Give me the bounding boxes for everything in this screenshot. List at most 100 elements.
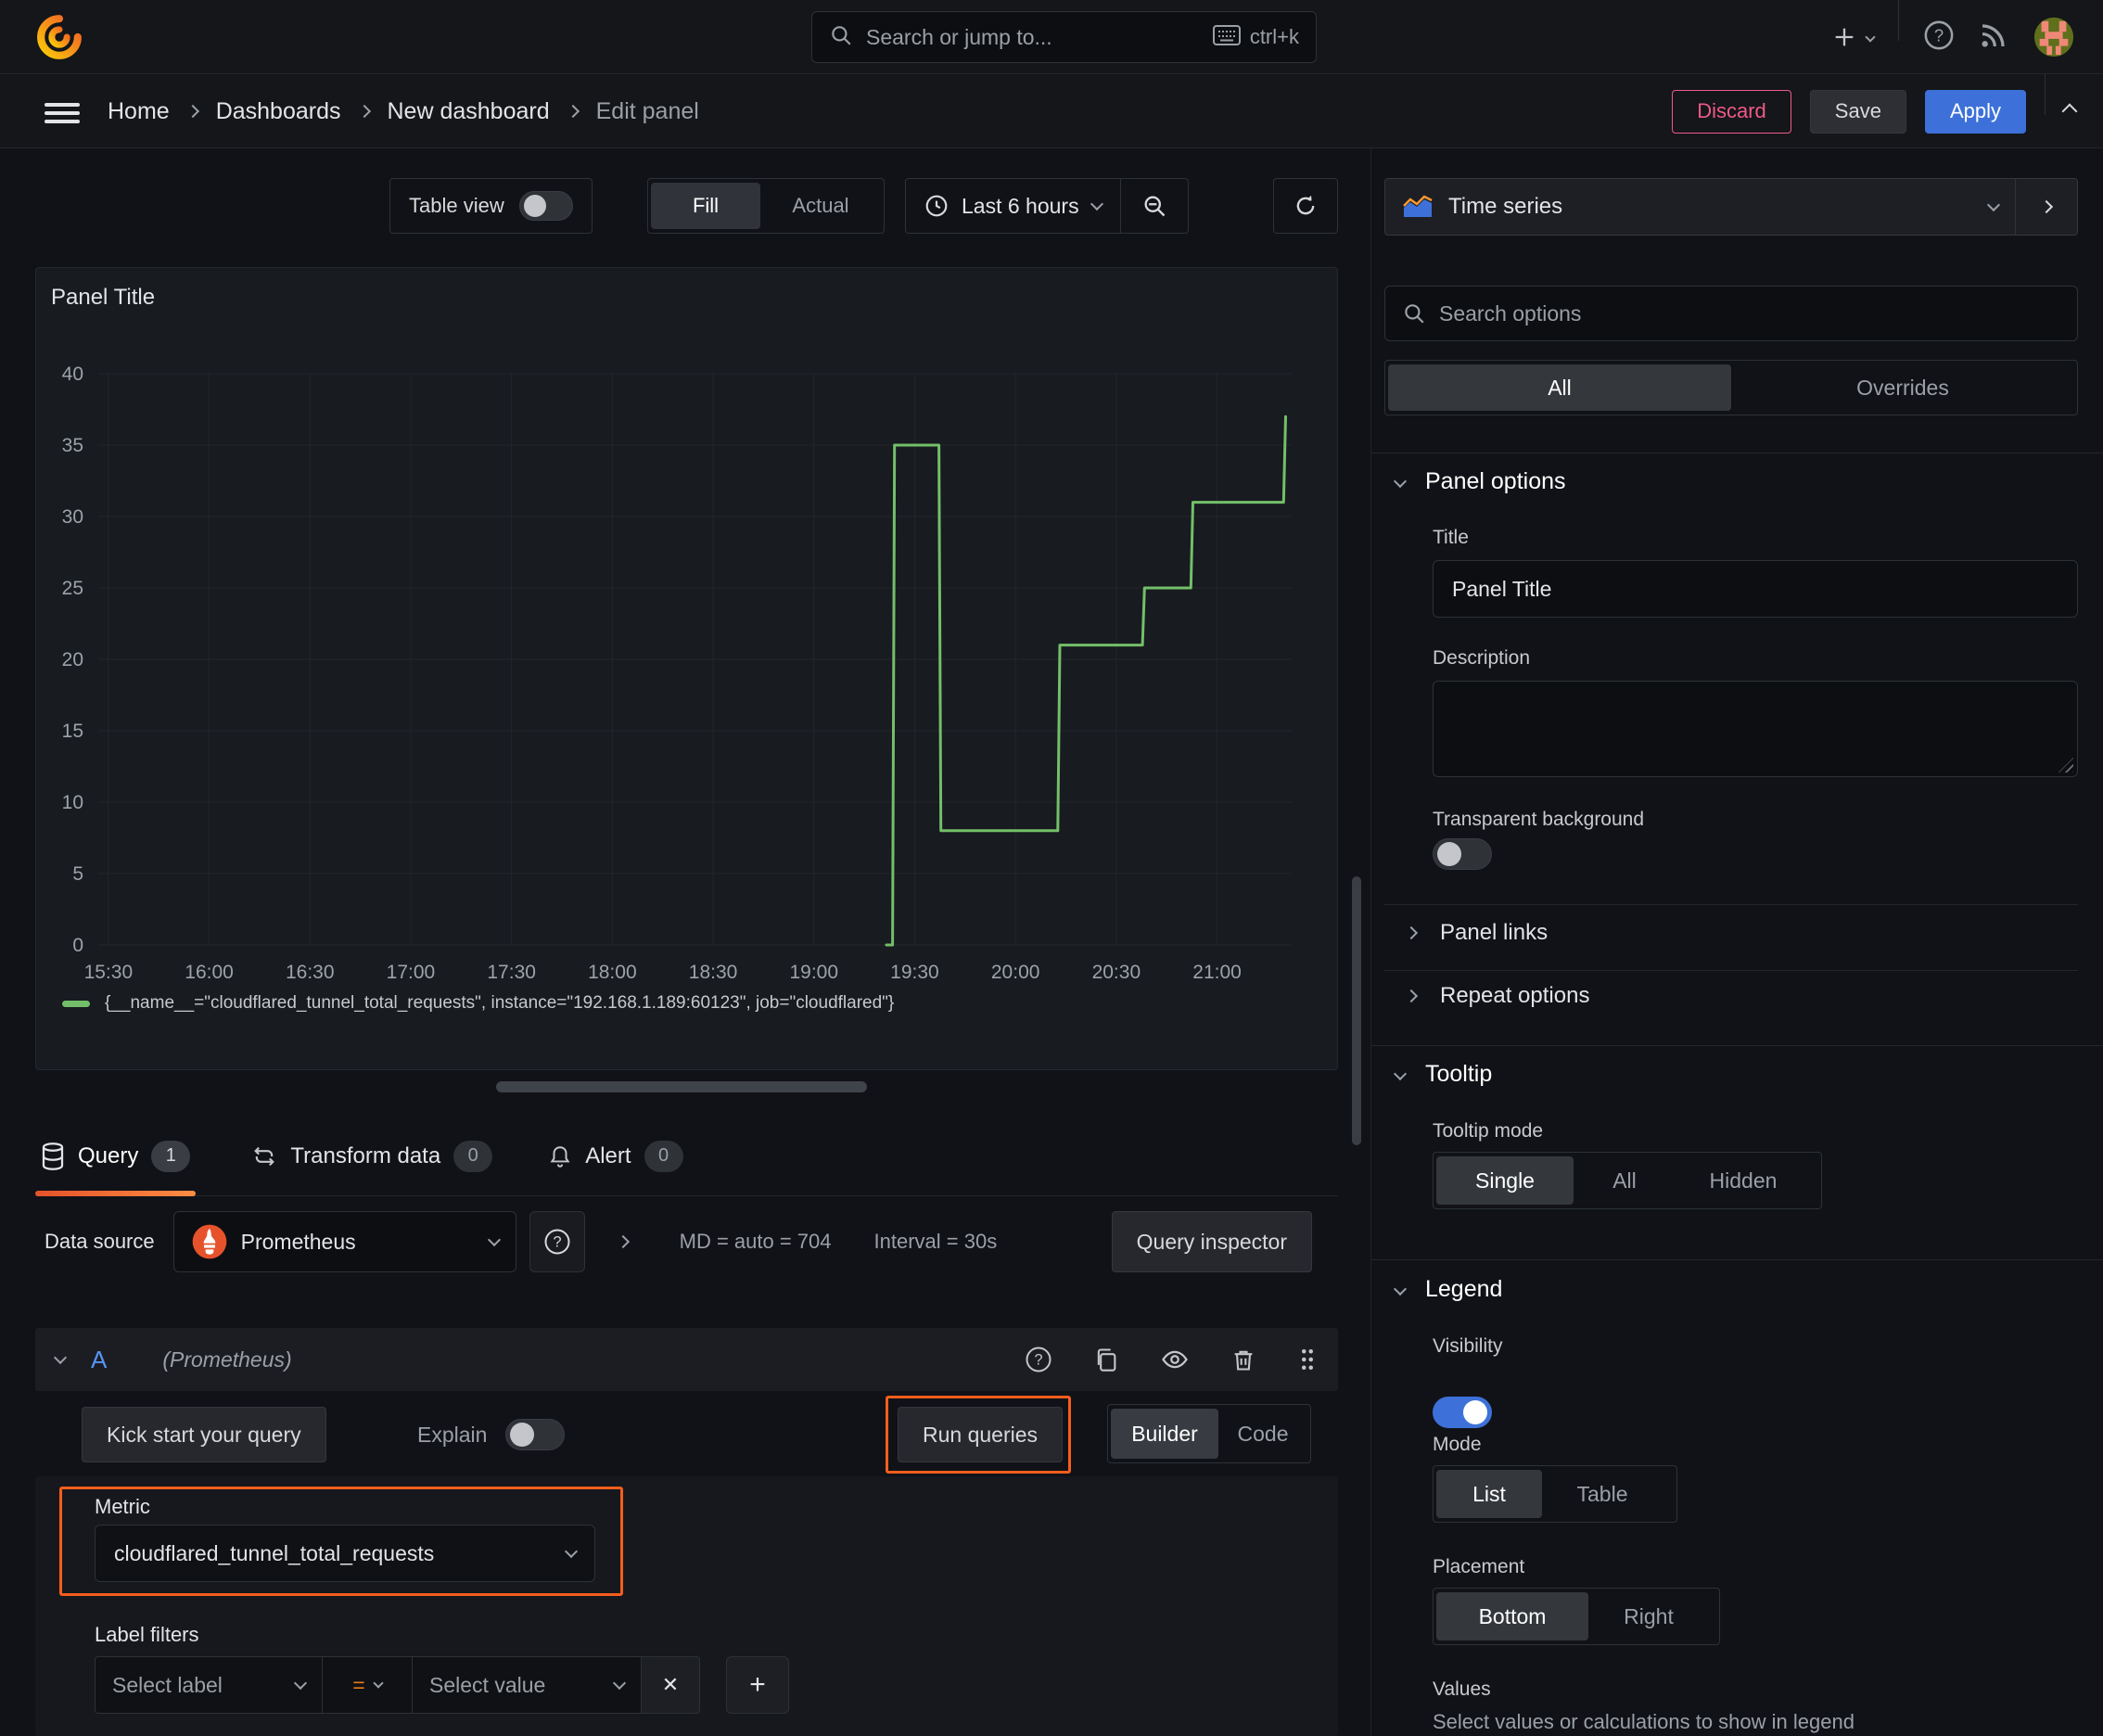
help-button[interactable]: ? [1923, 19, 1955, 56]
select-label-placeholder: Select label [112, 1672, 223, 1697]
tab-alert[interactable]: Alert 0 [548, 1140, 683, 1172]
scrollbar-thumb[interactable] [1352, 876, 1361, 1145]
bell-icon [550, 1145, 570, 1168]
select-label-dropdown[interactable]: Select label [95, 1656, 323, 1714]
expand-row-icon[interactable] [616, 1234, 630, 1249]
metric-label: Metric [95, 1495, 150, 1518]
legend-mode-table[interactable]: Table [1542, 1470, 1663, 1518]
chevron-down-icon [1865, 32, 1876, 43]
svg-text:25: 25 [62, 578, 83, 599]
rss-icon [1982, 23, 2005, 47]
timeseries-chart[interactable]: 0 5 10 15 20 25 30 35 40 15:30 16:00 16:30 17:00 17:3… [36, 342, 1334, 984]
svg-text:?: ? [1934, 25, 1944, 45]
filter-all[interactable]: All [1388, 364, 1731, 411]
legend-mode-list[interactable]: List [1436, 1470, 1542, 1518]
collapse-pane-button[interactable] [2016, 179, 2077, 235]
select-value-dropdown[interactable]: Select value [412, 1656, 642, 1714]
breadcrumb-new-dashboard[interactable]: New dashboard [388, 98, 550, 125]
breadcrumb-dashboards[interactable]: Dashboards [216, 98, 341, 125]
legend-header[interactable]: Legend [1393, 1276, 1503, 1303]
refresh-button[interactable] [1273, 178, 1338, 234]
search-icon [829, 23, 853, 52]
legend-series-label[interactable]: {__name__="cloudflared_tunnel_total_requ… [105, 993, 894, 1014]
collapse-query-icon[interactable] [53, 1350, 68, 1365]
repeat-options-header[interactable]: Repeat options [1404, 983, 1589, 1009]
description-textarea[interactable] [1433, 681, 2078, 777]
placement-bottom[interactable]: Bottom [1436, 1592, 1588, 1640]
panel-links-header[interactable]: Panel links [1404, 920, 1549, 946]
visibility-toggle[interactable] [1433, 1397, 1492, 1428]
new-item-button[interactable] [1831, 24, 1876, 50]
filter-overrides[interactable]: Overrides [1731, 364, 2074, 411]
hide-response-icon[interactable] [1160, 1346, 1190, 1373]
avatar[interactable] [2033, 16, 2075, 58]
tab-transform[interactable]: Transform data 0 [251, 1140, 493, 1172]
panel-options-header[interactable]: Panel options [1393, 468, 1566, 495]
collapse-header-icon[interactable] [2061, 103, 2078, 120]
svg-text:0: 0 [72, 935, 83, 956]
breadcrumb-home[interactable]: Home [108, 98, 170, 125]
tooltip-mode-label: Tooltip mode [1433, 1120, 1544, 1142]
tooltip-header[interactable]: Tooltip [1393, 1061, 1492, 1088]
close-icon: ✕ [661, 1673, 680, 1696]
options-search[interactable]: Search options [1384, 286, 2078, 341]
explain-toggle[interactable] [505, 1419, 566, 1450]
svg-text:19:30: 19:30 [890, 962, 939, 983]
discard-button[interactable]: Discard [1672, 89, 1791, 134]
svg-text:?: ? [553, 1234, 561, 1251]
svg-text:18:30: 18:30 [689, 962, 738, 983]
menu-button[interactable] [45, 98, 80, 128]
table-view-toggle[interactable] [518, 191, 573, 221]
run-queries-button[interactable]: Run queries [898, 1407, 1064, 1462]
query-inspector-button[interactable]: Query inspector [1111, 1211, 1312, 1272]
zoom-out-icon [1144, 196, 1165, 217]
operator-dropdown[interactable]: = [322, 1656, 413, 1714]
label-filters-label: Label filters [95, 1623, 199, 1646]
datasource-help-button[interactable]: ? [529, 1211, 585, 1272]
viz-picker[interactable]: Time series [1385, 179, 2015, 235]
actual-option[interactable]: Actual [760, 183, 881, 229]
global-search[interactable]: Search or jump to... ctrl+k [811, 11, 1317, 63]
placement-switch: Bottom Right [1433, 1588, 1720, 1645]
news-button[interactable] [1979, 20, 2008, 55]
tooltip-single[interactable]: Single [1436, 1156, 1574, 1205]
panel-title-input[interactable] [1433, 560, 2078, 618]
breadcrumb: Home Dashboards New dashboard Edit panel [108, 74, 699, 148]
drag-handle-icon[interactable] [1297, 1346, 1318, 1373]
help-icon[interactable]: ? [1025, 1346, 1052, 1373]
tooltip-hidden[interactable]: Hidden [1676, 1156, 1811, 1205]
placement-right[interactable]: Right [1588, 1592, 1709, 1640]
datasource-picker[interactable]: Prometheus [172, 1211, 516, 1272]
duplicate-icon[interactable] [1093, 1346, 1119, 1373]
resize-handle[interactable] [496, 1081, 867, 1092]
remove-filter-button[interactable]: ✕ [641, 1656, 700, 1714]
tab-query[interactable]: Query 1 [35, 1117, 197, 1196]
fill-option[interactable]: Fill [651, 183, 760, 229]
query-datasource-hint: (Prometheus) [162, 1347, 292, 1372]
metric-select[interactable]: cloudflared_tunnel_total_requests [95, 1525, 595, 1582]
svg-text:18:00: 18:00 [588, 962, 637, 983]
svg-text:15:30: 15:30 [84, 962, 134, 983]
legend-title: Legend [1425, 1276, 1503, 1302]
transparent-bg-toggle[interactable] [1433, 838, 1492, 870]
menu-icon [45, 103, 80, 123]
transparent-bg-label: Transparent background [1433, 809, 1645, 830]
kickstart-button[interactable]: Kick start your query [82, 1407, 326, 1462]
grafana-logo[interactable] [33, 11, 85, 63]
tooltip-mode-switch: Single All Hidden [1433, 1152, 1822, 1209]
tab-alert-count: 0 [644, 1140, 683, 1172]
panel-title[interactable]: Panel Title [51, 285, 155, 311]
time-range-picker[interactable]: Last 6 hours [906, 179, 1120, 233]
query-row-header[interactable]: A (Prometheus) ? [35, 1328, 1338, 1391]
trash-icon[interactable] [1230, 1346, 1256, 1373]
tooltip-all[interactable]: All [1574, 1156, 1676, 1205]
options-pane: Time series Search options All Overrides… [1370, 148, 2103, 1736]
add-filter-button[interactable]: + [726, 1656, 789, 1714]
zoom-out-button[interactable] [1121, 179, 1188, 233]
save-button[interactable]: Save [1809, 89, 1906, 134]
legend-series-marker[interactable] [62, 1000, 90, 1007]
builder-option[interactable]: Builder [1111, 1409, 1218, 1459]
panel-links-title: Panel links [1440, 920, 1549, 945]
code-option[interactable]: Code [1218, 1409, 1307, 1459]
apply-button[interactable]: Apply [1924, 89, 2026, 134]
